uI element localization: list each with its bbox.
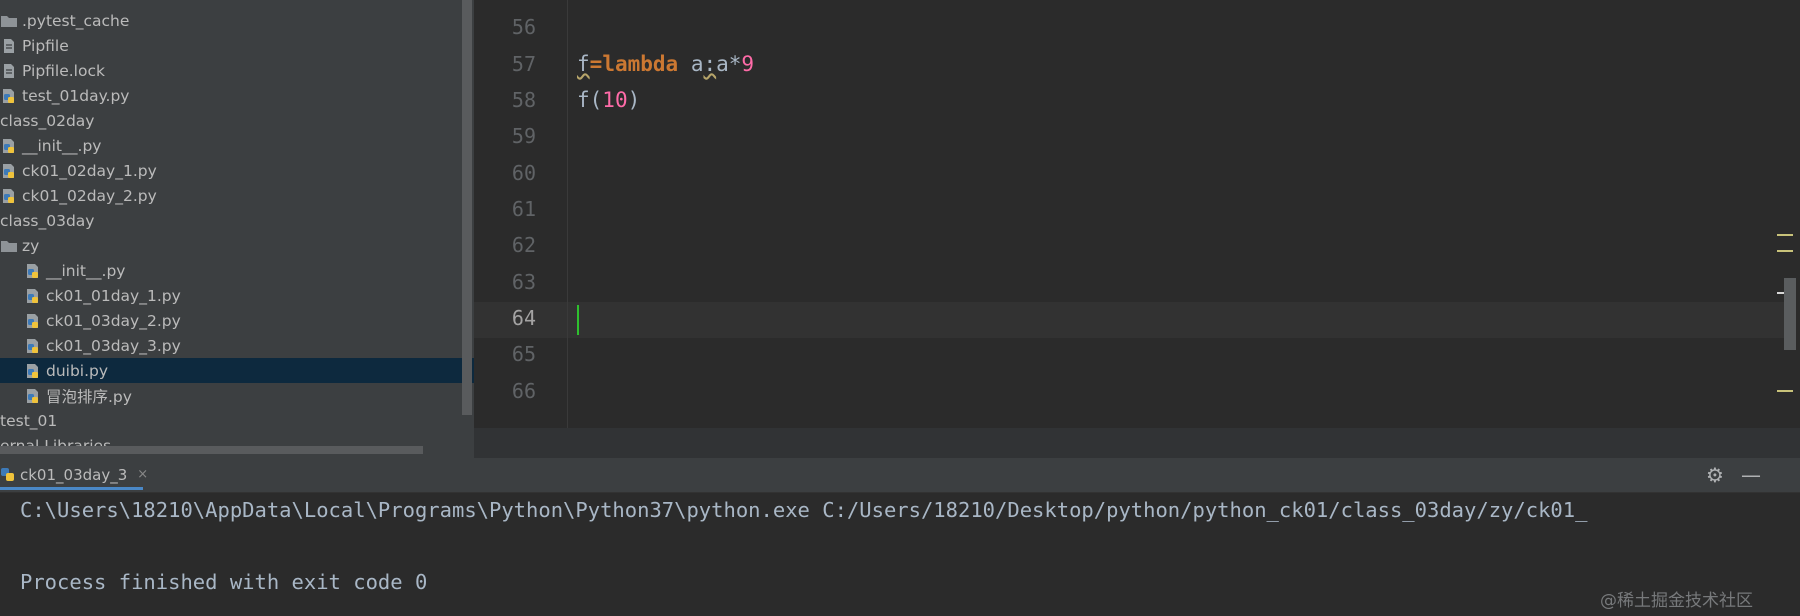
tree-vertical-scrollbar[interactable] — [462, 0, 472, 415]
code-paren: ) — [627, 88, 641, 112]
tree-item-label: duibi.py — [46, 361, 109, 380]
tree-item[interactable]: ck01_02day_2.py — [0, 183, 474, 208]
run-tab-label: ck01_03day_3 — [20, 465, 128, 484]
line-number-current: 64 — [511, 306, 536, 330]
line-number: 65 — [511, 342, 536, 366]
code-line-57[interactable]: f=lambda a:a*9 — [577, 52, 754, 76]
close-icon[interactable]: × — [137, 467, 148, 482]
tree-item[interactable]: Pipfile.lock — [0, 58, 474, 83]
tree-item-label: .pytest_cache — [22, 11, 130, 30]
code-number: 9 — [741, 52, 755, 76]
tree-item[interactable]: class_03day — [0, 208, 474, 233]
current-line-highlight — [474, 302, 1784, 338]
warning-stripe — [1777, 234, 1793, 236]
python-file-icon — [24, 287, 42, 305]
tree-item-label: ck01_02day_2.py — [22, 186, 157, 205]
tree-item-label: ck01_02day_1.py — [22, 161, 157, 180]
code-editor[interactable]: 56 57 58 59 60 61 62 63 64 65 66 f=lambd… — [474, 0, 1800, 458]
warning-stripe — [1777, 390, 1793, 392]
line-number: 56 — [511, 15, 536, 39]
tree-item[interactable]: __init__.py — [0, 133, 474, 158]
tree-item-label: test_01day.py — [22, 86, 130, 105]
tree-item[interactable]: ck01_02day_1.py — [0, 158, 474, 183]
tree-item-label: class_03day — [0, 211, 95, 230]
python-file-icon — [24, 362, 42, 380]
python-file-icon — [0, 87, 18, 105]
tree-item-selected[interactable]: duibi.py — [0, 358, 474, 383]
tree-item-label: ck01_03day_3.py — [46, 336, 181, 355]
tree-item-label: Pipfile — [22, 36, 69, 55]
tree-item-label: ck01_01day_1.py — [46, 286, 181, 305]
line-number: 60 — [511, 161, 536, 185]
code-number: 10 — [602, 88, 628, 112]
python-file-icon — [0, 187, 18, 205]
python-file-icon — [0, 137, 18, 155]
tree-item[interactable]: ck01_01day_1.py — [0, 283, 474, 308]
run-tab[interactable]: ck01_03day_3 × — [0, 462, 148, 490]
file-icon — [0, 37, 18, 55]
editor-bottom-bar — [474, 428, 1800, 458]
line-number: 61 — [511, 197, 536, 221]
line-number: 62 — [511, 233, 536, 257]
python-file-icon — [0, 162, 18, 180]
tree-item-label: __init__.py — [46, 261, 126, 280]
tree-item[interactable]: ck01_03day_2.py — [0, 308, 474, 333]
run-console[interactable]: C:\Users\18210\AppData\Local\Programs\Py… — [0, 493, 1800, 616]
python-file-icon — [24, 312, 42, 330]
code-line-58[interactable]: f(10) — [577, 88, 640, 112]
text-caret — [577, 305, 579, 335]
editor-vertical-scrollbar[interactable] — [1784, 278, 1796, 350]
project-tree: .pytest_cache Pipfile Pipfile.lock test_01d… — [0, 0, 474, 458]
python-file-icon — [24, 262, 42, 280]
tree-item[interactable]: Pipfile — [0, 33, 474, 58]
tree-item[interactable]: test_01 — [0, 408, 474, 433]
tree-item-label: ck01_03day_2.py — [46, 311, 181, 330]
code-body: a* — [716, 52, 742, 76]
tree-item-label: __init__.py — [22, 136, 102, 155]
tree-item[interactable]: class_02day — [0, 108, 474, 133]
tree-item[interactable]: test_01day.py — [0, 83, 474, 108]
run-panel-header: ck01_03day_3 × — [0, 458, 1800, 493]
minimize-icon[interactable]: — — [1740, 464, 1762, 486]
watermark: @稀土掘金技术社区 — [1600, 591, 1753, 611]
tree-item[interactable]: .pytest_cache — [0, 8, 474, 33]
console-line: Process finished with exit code 0 — [20, 570, 428, 594]
file-icon — [0, 62, 18, 80]
folder-icon — [0, 12, 18, 30]
line-number: 63 — [511, 270, 536, 294]
tree-item-label: Pipfile.lock — [22, 61, 105, 80]
line-number: 59 — [511, 124, 536, 148]
code-assign-op: = — [589, 52, 603, 76]
tree-item[interactable]: zy — [0, 233, 474, 258]
code-var-f: f — [577, 52, 590, 76]
tree-item[interactable]: 冒泡排序.py — [0, 383, 474, 408]
folder-icon — [0, 237, 18, 255]
tree-horizontal-scrollbar[interactable] — [0, 446, 423, 454]
code-colon: : — [703, 52, 717, 76]
line-number: 66 — [511, 379, 536, 403]
line-number: 57 — [511, 52, 536, 76]
python-file-icon — [0, 467, 16, 483]
code-keyword-lambda: lambda — [602, 52, 679, 76]
warning-stripe — [1777, 250, 1793, 252]
tree-item-label: test_01 — [0, 411, 58, 430]
python-file-icon — [24, 337, 42, 355]
tree-item[interactable]: __init__.py — [0, 258, 474, 283]
console-line: C:\Users\18210\AppData\Local\Programs\Py… — [20, 498, 1588, 522]
tree-item-label: zy — [22, 236, 40, 255]
code-param: a — [678, 52, 704, 76]
gutter-separator — [567, 0, 568, 430]
tree-item-label: class_02day — [0, 111, 95, 130]
tree-item[interactable]: ck01_03day_3.py — [0, 333, 474, 358]
python-file-icon — [24, 387, 42, 405]
gear-icon[interactable]: ⚙ — [1704, 464, 1726, 486]
code-call: f( — [577, 88, 603, 112]
tree-item-label: 冒泡排序.py — [46, 387, 132, 406]
line-number: 58 — [511, 88, 536, 112]
